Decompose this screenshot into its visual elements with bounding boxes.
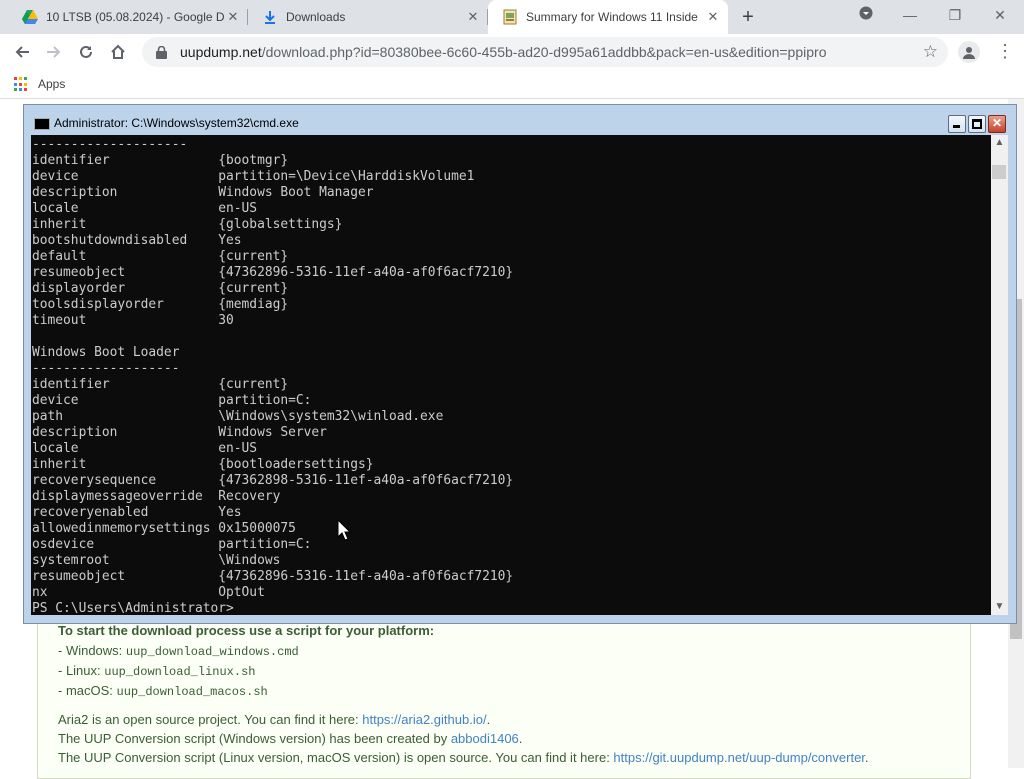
cmd-close-button[interactable]: ✕ <box>988 115 1006 133</box>
back-arrow-icon <box>15 46 29 58</box>
lock-icon <box>156 45 170 59</box>
platform-label: - Windows: <box>58 643 126 658</box>
profile-avatar-icon[interactable] <box>958 41 980 63</box>
tab-strip: 10 LTSB (05.08.2024) - Google D ✕ Downlo… <box>0 0 1024 34</box>
scroll-down-icon[interactable]: ▼ <box>991 599 1008 615</box>
tab-summary[interactable]: Summary for Windows 11 Inside ✕ <box>488 0 728 34</box>
windows-script-line: - Windows: uup_download_windows.cmd <box>58 643 299 659</box>
download-instructions: To start the download process use a scri… <box>37 617 971 779</box>
new-tab-button[interactable]: + <box>736 5 760 29</box>
tab-title: Downloads <box>286 10 346 24</box>
converter-windows-line: The UUP Conversion script (Windows versi… <box>58 731 522 746</box>
home-icon <box>111 44 125 59</box>
linux-script-line: - Linux: uup_download_linux.sh <box>58 663 255 679</box>
converter-windows-text: The UUP Conversion script (Windows versi… <box>58 731 451 746</box>
instructions-heading: To start the download process use a scri… <box>58 623 434 638</box>
console-output[interactable]: -------------------- identifier {bootmgr… <box>31 135 991 615</box>
minimize-icon[interactable]: — <box>890 4 930 28</box>
platform-label: - Linux: <box>58 663 105 678</box>
apps-bookmark[interactable]: Apps <box>38 77 65 91</box>
back-button[interactable] <box>8 38 36 66</box>
download-icon <box>262 9 278 25</box>
url-path: /download.php?id=80380bee-6c60-455b-ad20… <box>261 44 827 60</box>
heading-text: To start the download process use a scri… <box>58 623 435 638</box>
converter-linux-text: The UUP Conversion script (Linux version… <box>58 750 614 765</box>
browser-toolbar: uupdump.net/download.php?id=80380bee-6c6… <box>0 34 1024 70</box>
tab-google-drive[interactable]: 10 LTSB (05.08.2024) - Google D ✕ <box>8 0 248 34</box>
converter-linux-line: The UUP Conversion script (Linux version… <box>58 750 869 765</box>
tab-title: 10 LTSB (05.08.2024) - Google D <box>46 10 224 24</box>
cmd-window[interactable]: Administrator: C:\Windows\system32\cmd.e… <box>23 104 1017 624</box>
menu-dots-icon[interactable]: ⋮ <box>996 40 1014 64</box>
aria2-line: Aria2 is an open source project. You can… <box>58 712 490 727</box>
apps-grid-icon[interactable] <box>14 77 29 92</box>
macos-script-name: uup_download_macos.sh <box>116 685 268 699</box>
bookmarks-bar: Apps <box>0 70 1024 99</box>
bookmark-star-icon[interactable]: ☆ <box>923 42 938 62</box>
home-button[interactable] <box>104 38 132 66</box>
period: . <box>486 712 491 727</box>
cmd-titlebar[interactable]: Administrator: C:\Windows\system32\cmd.e… <box>24 105 1016 135</box>
scroll-up-icon[interactable]: ▲ <box>991 135 1008 151</box>
url-host: uupdump.net <box>180 44 262 60</box>
period: . <box>518 731 523 746</box>
uupdump-icon <box>502 9 518 25</box>
tab-downloads[interactable]: Downloads ✕ <box>248 0 488 34</box>
linux-script-name: uup_download_linux.sh <box>104 665 256 679</box>
reload-button[interactable] <box>72 38 100 66</box>
tab-title: Summary for Windows 11 Inside <box>526 10 698 24</box>
profile-dropdown-icon[interactable] <box>846 4 886 28</box>
windows-script-name: uup_download_windows.cmd <box>125 645 299 659</box>
restore-icon[interactable]: ❐ <box>935 4 975 28</box>
console-text: -------------------- identifier {bootmgr… <box>32 137 514 615</box>
reload-icon <box>80 45 92 58</box>
close-icon[interactable]: ✕ <box>224 9 242 25</box>
cmd-title: Administrator: C:\Windows\system32\cmd.e… <box>54 116 299 130</box>
close-icon[interactable]: ✕ <box>704 9 722 25</box>
converter-repo-link[interactable]: https://git.uupdump.net/uup-dump/convert… <box>613 750 865 765</box>
platform-label: - macOS: <box>58 683 117 698</box>
google-drive-icon <box>22 9 38 25</box>
abbodi-link[interactable]: abbodi1406 <box>451 731 519 746</box>
forward-button[interactable] <box>40 38 68 66</box>
aria2-link[interactable]: https://aria2.github.io/ <box>362 712 486 727</box>
period: . <box>864 750 869 765</box>
cmd-maximize-button[interactable] <box>968 115 986 133</box>
macos-script-line: - macOS: uup_download_macos.sh <box>58 683 268 699</box>
close-window-icon[interactable]: ✕ <box>980 4 1020 28</box>
cmd-icon <box>34 118 50 130</box>
url-text: uupdump.net/download.php?id=80380bee-6c6… <box>180 44 826 60</box>
address-bar[interactable]: uupdump.net/download.php?id=80380bee-6c6… <box>142 37 948 67</box>
forward-arrow-icon <box>47 46 61 58</box>
cmd-scroll-thumb[interactable] <box>992 165 1006 179</box>
cmd-minimize-button[interactable] <box>948 115 966 133</box>
close-icon[interactable]: ✕ <box>464 9 482 25</box>
aria2-text: Aria2 is an open source project. You can… <box>58 712 363 727</box>
cmd-scrollbar[interactable]: ▲ ▼ <box>991 135 1008 615</box>
